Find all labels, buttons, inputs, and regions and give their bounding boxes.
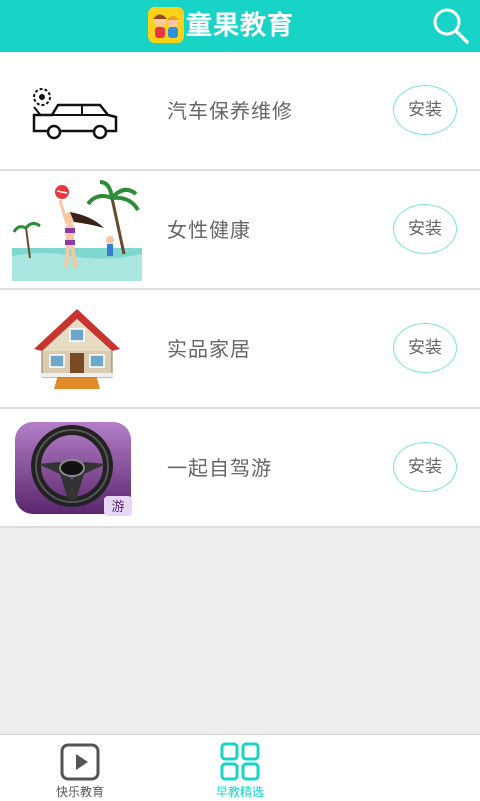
install-button[interactable]: 安装 [393,85,457,135]
search-icon[interactable] [430,5,472,47]
install-button[interactable]: 安装 [393,323,457,373]
grid-icon [220,742,260,781]
install-button[interactable]: 安装 [393,204,457,254]
list-item[interactable]: 游 一起自驾游 安装 [0,409,480,528]
app-name: 一起自驾游 [167,456,272,480]
list-item[interactable]: 女性健康 安装 [0,171,480,290]
svg-text:游: 游 [111,500,124,515]
play-icon [60,743,100,781]
car-service-icon [12,59,142,162]
app-list: 汽车保养维修 安装 女性健康 安装 实品家居 安装 游 一起自驾游 安装 [0,52,480,528]
app-name: 实品家居 [167,337,251,361]
bottom-tab-bar: 快乐教育 早教精选 [0,734,480,801]
steering-wheel-icon: 游 [12,416,142,519]
kids-logo-icon [148,7,184,43]
list-item[interactable]: 实品家居 安装 [0,290,480,409]
beach-woman-icon [12,178,142,281]
header-bar: 童果教育 [0,0,480,52]
tab-label: 早教精选 [215,785,264,799]
list-item[interactable]: 汽车保养维修 安装 [0,52,480,171]
app-name: 女性健康 [167,218,251,242]
tab-label: 快乐教育 [55,785,104,799]
tab-early-education-picks[interactable]: 早教精选 [170,735,310,801]
app-name: 汽车保养维修 [167,99,293,123]
app-title: 童果教育 [186,11,295,41]
house-icon [12,297,142,400]
install-button[interactable]: 安装 [393,442,457,492]
tab-happy-education[interactable]: 快乐教育 [10,735,150,801]
